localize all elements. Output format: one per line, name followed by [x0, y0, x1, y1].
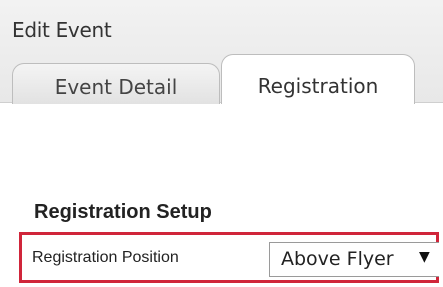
- triangle-down-icon: ▼: [419, 249, 430, 265]
- registration-position-highlight: Registration Position Above Flyer ▼: [19, 232, 439, 283]
- window-header: Edit Event Event Detail Registration: [0, 0, 443, 104]
- registration-position-label: Registration Position: [32, 249, 179, 266]
- tab-event-detail[interactable]: Event Detail: [12, 63, 220, 104]
- window-title: Edit Event: [12, 18, 112, 42]
- registration-position-select[interactable]: Above Flyer ▼: [269, 242, 439, 277]
- tab-registration-label: Registration: [257, 74, 379, 98]
- registration-position-value: Above Flyer: [281, 248, 394, 270]
- edit-event-window: Edit Event Event Detail Registration Reg…: [0, 0, 443, 287]
- tab-event-detail-label: Event Detail: [54, 75, 178, 99]
- tab-registration[interactable]: Registration: [221, 54, 415, 104]
- registration-setup-heading: Registration Setup: [34, 201, 212, 223]
